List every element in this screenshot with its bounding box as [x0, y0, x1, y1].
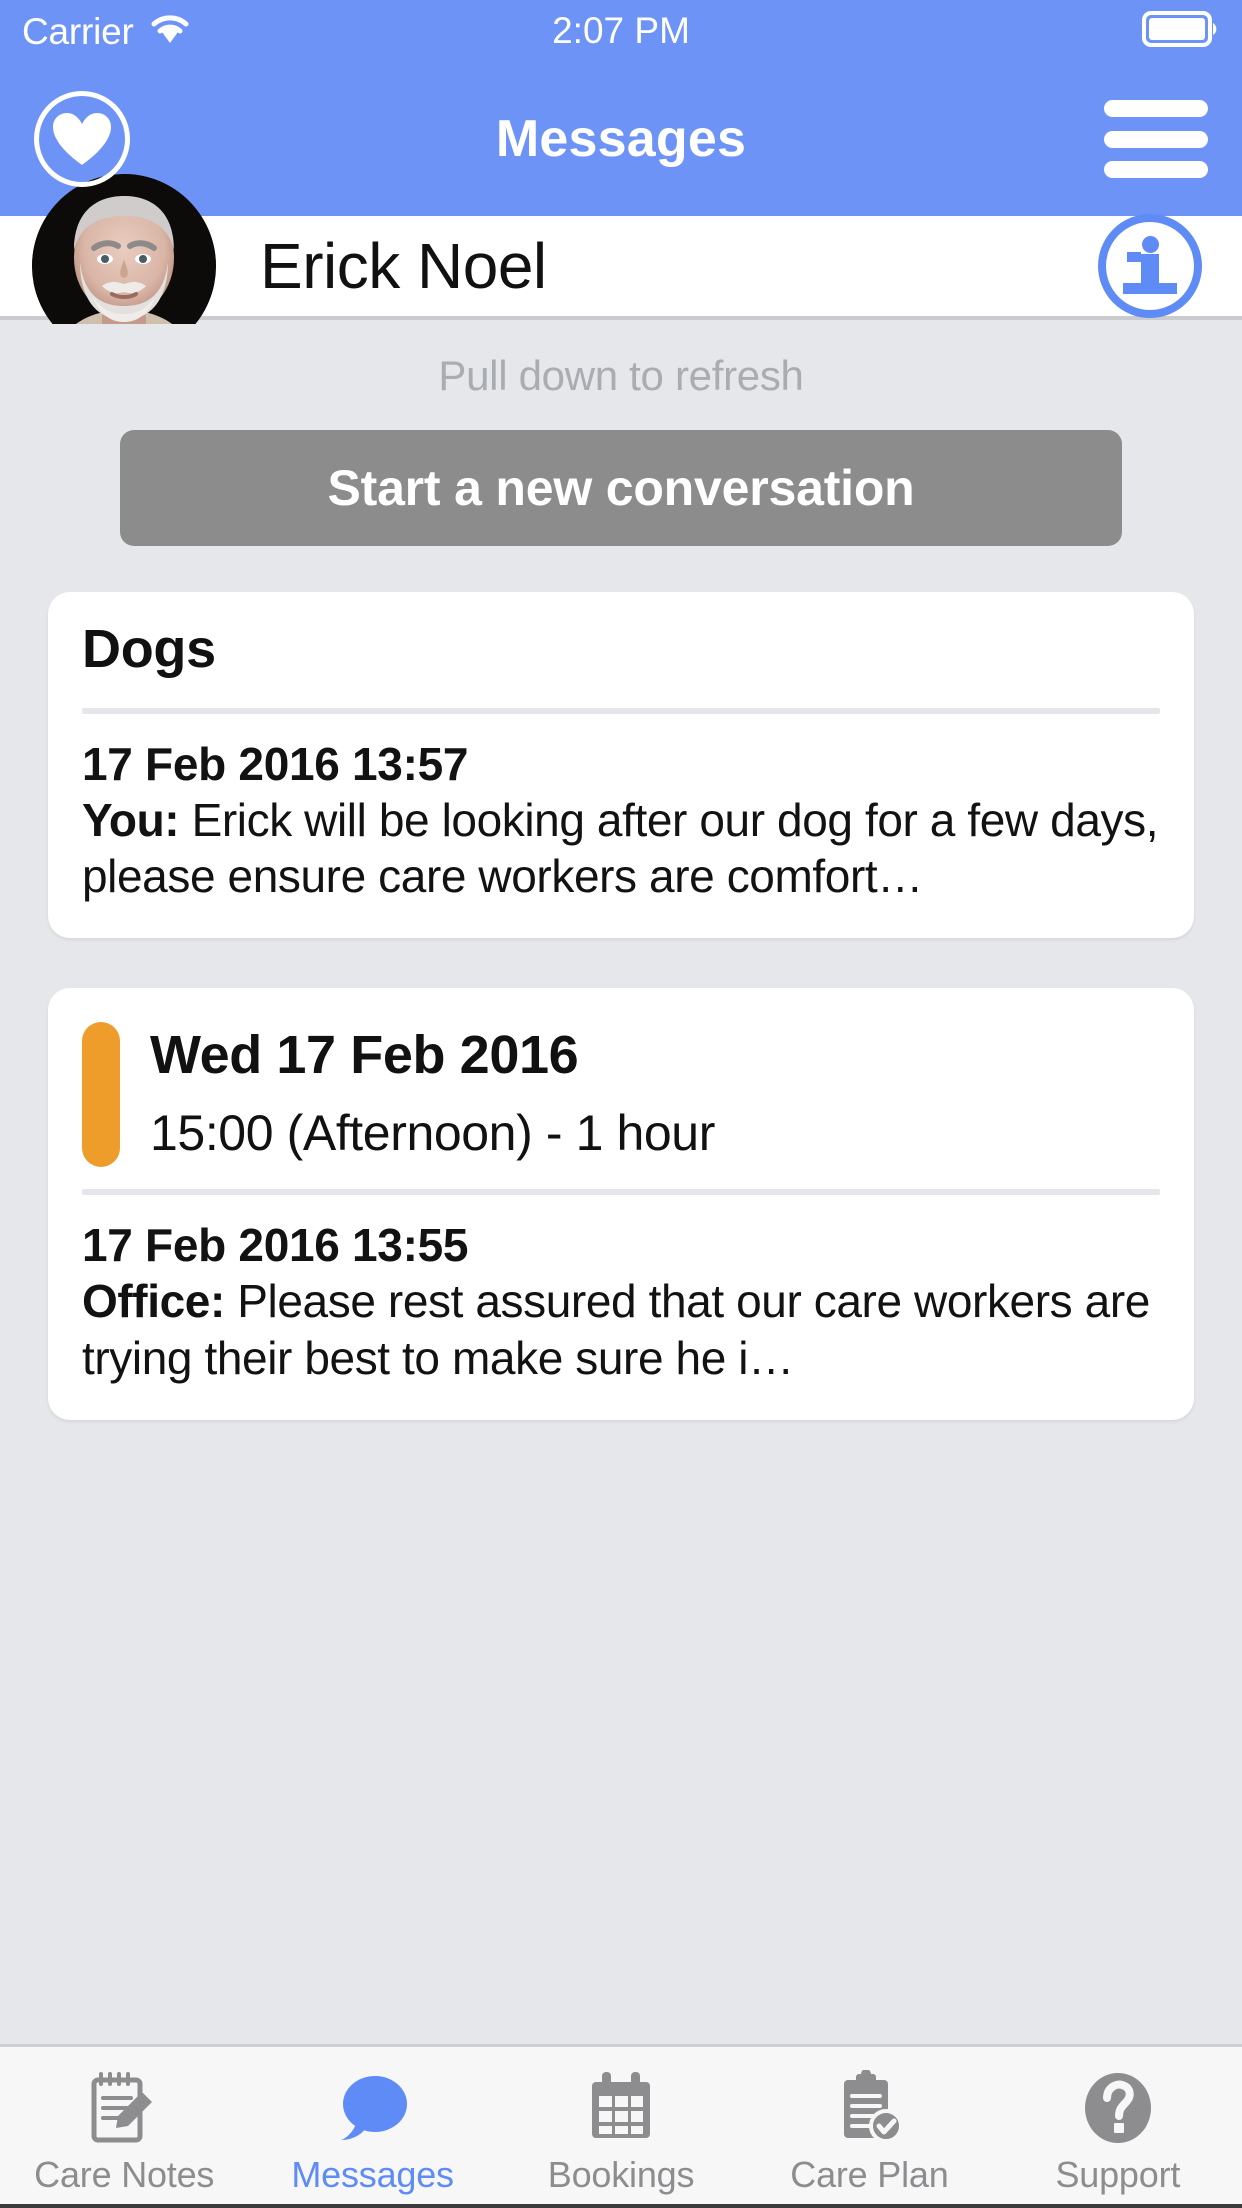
carrier-label: Carrier	[22, 10, 134, 52]
booking-header: Wed 17 Feb 2016 15:00 (Afternoon) - 1 ho…	[82, 1014, 1160, 1173]
tab-bar: Care Notes Messages Bookings Care Plan S…	[0, 2044, 1242, 2208]
booking-date: Wed 17 Feb 2016	[150, 1025, 579, 1086]
contact-header[interactable]: Erick Noel	[0, 174, 1242, 358]
tab-bookings[interactable]: Bookings	[497, 2047, 745, 2208]
tab-care-plan[interactable]: Care Plan	[745, 2047, 993, 2208]
booking-accent-bar	[82, 1022, 120, 1168]
wifi-icon	[148, 12, 192, 51]
tab-messages[interactable]: Messages	[248, 2047, 496, 2208]
question-mark-circle-icon	[1080, 2070, 1156, 2148]
start-new-conversation-button[interactable]: Start a new conversation	[120, 430, 1122, 546]
tab-support[interactable]: Support	[994, 2047, 1242, 2208]
message-sender: Office:	[82, 1275, 225, 1328]
message-timestamp: 17 Feb 2016 13:55	[82, 1219, 469, 1272]
status-bar-right	[1142, 10, 1220, 52]
message-timestamp: 17 Feb 2016 13:57	[82, 738, 469, 790]
tab-label: Support	[1055, 2153, 1181, 2195]
conversation-list[interactable]: Pull down to refresh Start a new convers…	[0, 324, 1242, 2044]
conversation-title: Dogs	[82, 619, 216, 679]
home-indicator	[0, 2204, 1242, 2208]
menu-line-3	[1104, 161, 1208, 178]
speech-bubble-icon	[333, 2070, 413, 2148]
divider	[82, 708, 1160, 714]
booking-time: 15:00 (Afternoon) - 1 hour	[150, 1104, 715, 1161]
booking-details: Wed 17 Feb 2016 15:00 (Afternoon) - 1 ho…	[150, 1022, 1160, 1167]
tab-label: Care Plan	[790, 2153, 949, 2195]
message-preview-text: Please rest assured that our care worker…	[82, 1275, 1150, 1384]
info-circle-icon[interactable]	[1098, 214, 1202, 318]
calendar-icon	[584, 2070, 658, 2148]
app-screen: Carrier 2:07 PM Messages Erick Noel Pull…	[0, 0, 1242, 2208]
status-bar: Carrier 2:07 PM	[0, 0, 1242, 62]
status-bar-left: Carrier	[22, 12, 192, 51]
notepad-pencil-icon	[86, 2070, 162, 2148]
battery-full-icon	[1142, 10, 1220, 52]
clipboard-check-icon	[832, 2069, 906, 2148]
info-dot	[1141, 235, 1159, 253]
message-preview-text: Erick will be looking after our dog for …	[82, 794, 1159, 903]
contact-name: Erick Noel	[260, 230, 547, 302]
tab-care-notes[interactable]: Care Notes	[0, 2047, 248, 2208]
page-title: Messages	[495, 110, 747, 168]
tab-label: Messages	[291, 2153, 454, 2195]
booking-card[interactable]: Wed 17 Feb 2016 15:00 (Afternoon) - 1 ho…	[48, 988, 1194, 1420]
conversation-card[interactable]: Dogs 17 Feb 2016 13:57 You: Erick will b…	[48, 592, 1194, 939]
divider	[82, 1189, 1160, 1196]
hamburger-menu-icon[interactable]	[1104, 100, 1208, 178]
tab-label: Care Notes	[34, 2153, 215, 2195]
tab-label: Bookings	[547, 2153, 695, 2195]
menu-line-2	[1104, 130, 1208, 148]
message-sender: You:	[82, 794, 180, 847]
pull-to-refresh-label: Pull down to refresh	[438, 352, 804, 399]
message-preview: Office: Please rest assured that our car…	[82, 1273, 1160, 1385]
message-preview: You: Erick will be looking after our dog…	[82, 792, 1160, 904]
navigation-bar: Messages	[0, 62, 1242, 216]
heart-icon[interactable]	[34, 91, 130, 187]
menu-line-1	[1104, 100, 1208, 117]
heart-glyph	[53, 113, 111, 165]
info-stem	[1123, 252, 1177, 294]
